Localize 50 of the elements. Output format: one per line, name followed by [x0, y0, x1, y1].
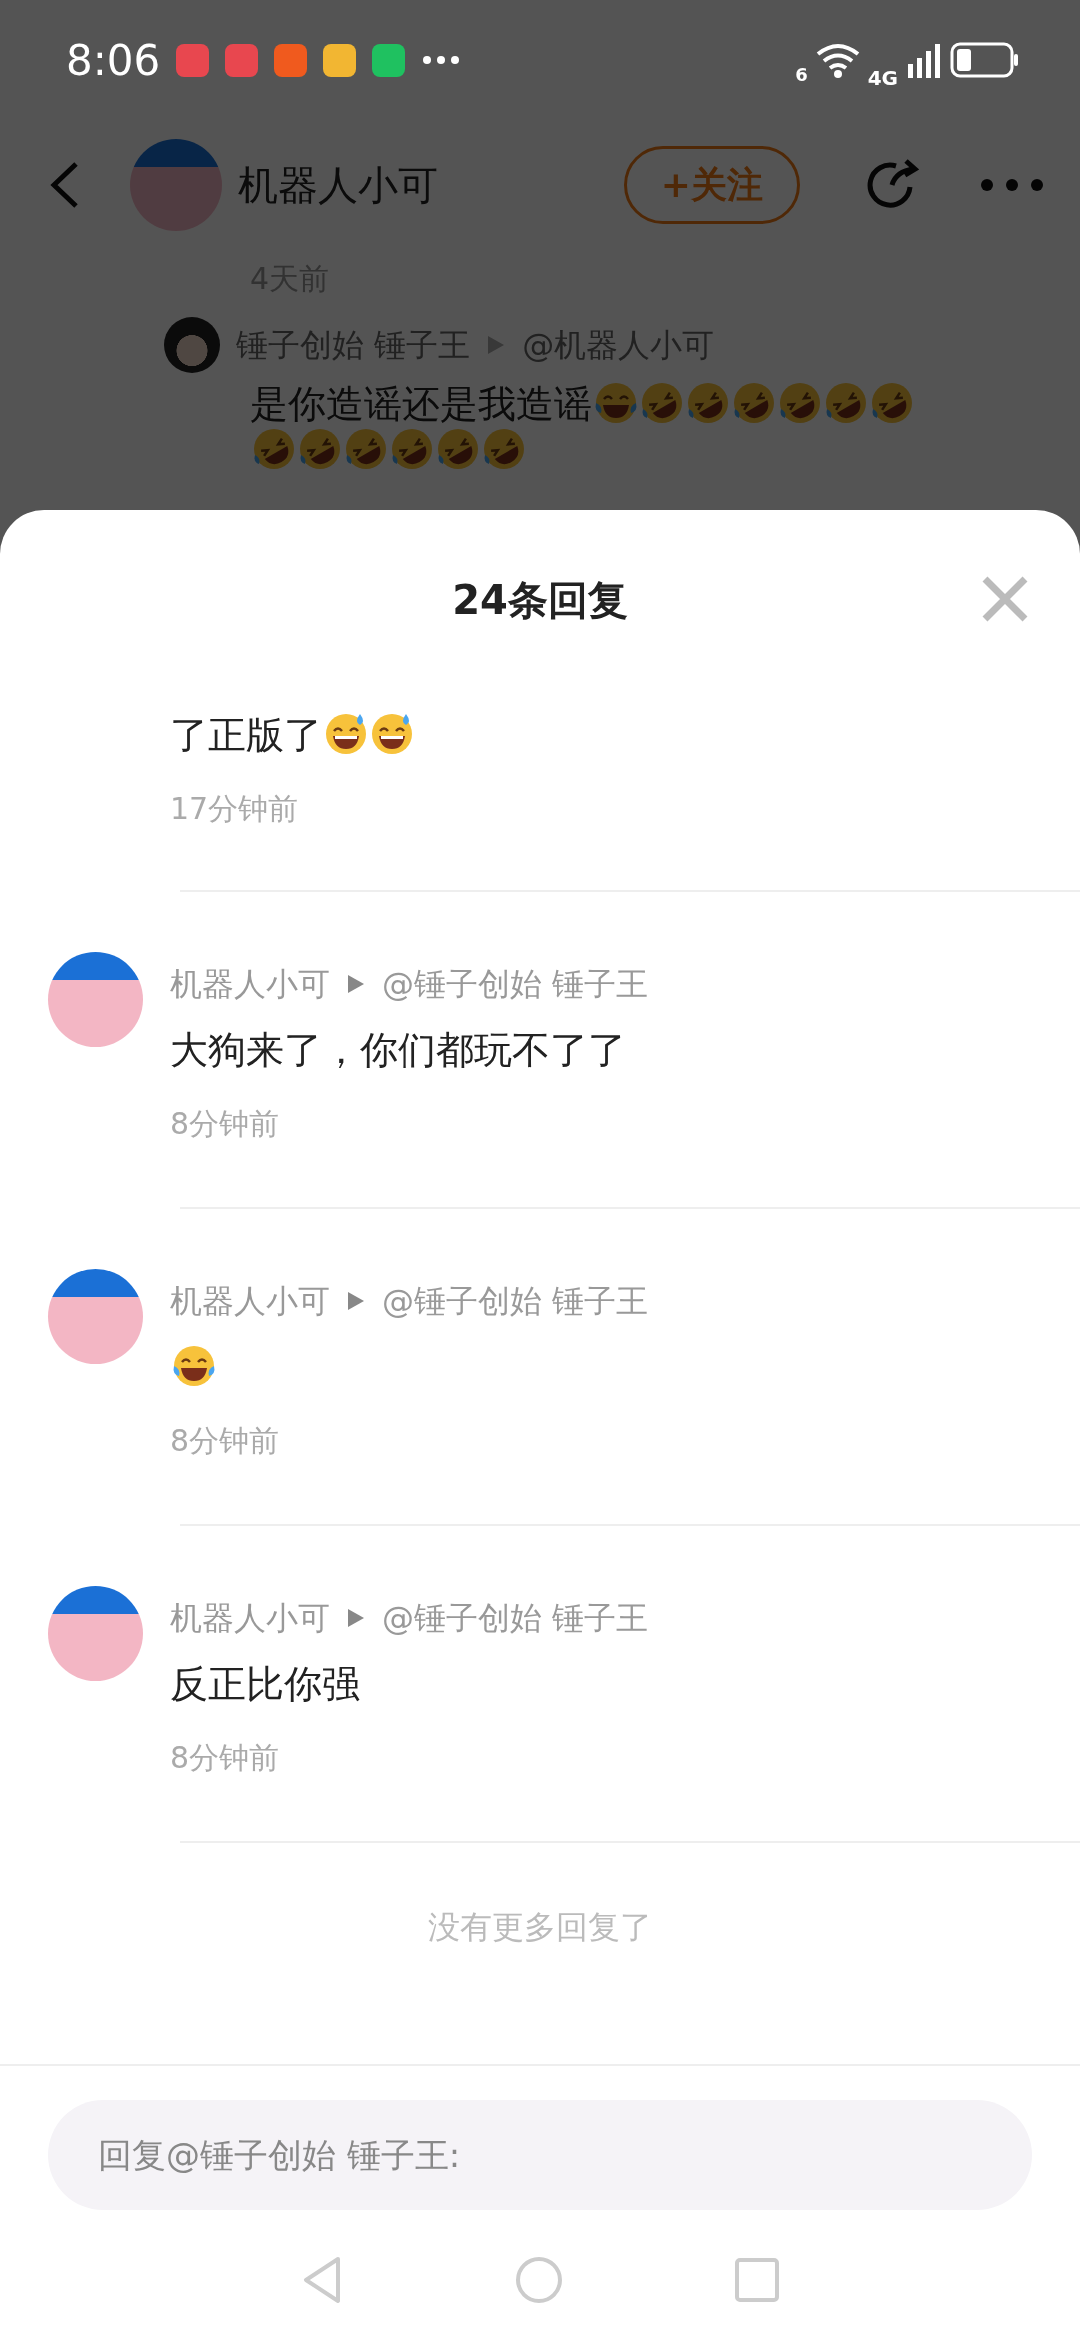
battery-icon: [950, 42, 1020, 78]
author-name: 机器人小可: [170, 1598, 330, 1639]
author-name: 机器人小可: [170, 964, 330, 1005]
end-of-replies-text: 没有更多回复了: [428, 1907, 652, 1948]
reply-time: 8分钟前: [170, 1105, 281, 1143]
author-name: 机器人小可: [170, 1281, 330, 1322]
more-icon[interactable]: [980, 178, 1044, 192]
comment-text: 是你造谣还是我造谣: [250, 382, 592, 426]
rolling-laughing-face-icon: [686, 381, 730, 425]
reply-text: 大狗来了，你们都玩不了了: [170, 1028, 626, 1072]
sweat-smile-face-icon: [370, 712, 414, 756]
rolling-laughing-face-icon: [344, 427, 388, 471]
rolling-laughing-face-icon: [252, 427, 296, 471]
reply-target: @锤子创始 锤子王: [382, 1281, 649, 1322]
crying-laughing-face-icon: [172, 1344, 216, 1388]
reply-time: 8分钟前: [170, 1422, 281, 1460]
rolling-laughing-face-icon: [436, 427, 480, 471]
follow-button[interactable]: +关注: [623, 146, 800, 224]
signal-icon: [906, 42, 942, 78]
user-name: 机器人小可: [238, 161, 438, 210]
sheet-title: 24条回复: [452, 576, 628, 625]
wifi-icon: [815, 42, 860, 78]
rolling-laughing-face-icon: [778, 381, 822, 425]
rolling-laughing-face-icon: [298, 427, 342, 471]
network-label: 4G: [867, 65, 898, 92]
wifi-label: 6: [795, 63, 808, 87]
reply-text: 反正比你强: [170, 1662, 360, 1706]
rolling-laughing-face-icon: [824, 381, 868, 425]
status-time: 8:06: [66, 34, 161, 87]
more-icon: [421, 55, 462, 65]
triangle-icon: [346, 1607, 366, 1629]
recents-icon[interactable]: [734, 2257, 780, 2303]
reply-time: 8分钟前: [170, 1739, 281, 1777]
rolling-laughing-face-icon: [732, 381, 776, 425]
triangle-icon: [346, 1290, 366, 1312]
rolling-laughing-face-icon: [482, 427, 526, 471]
avatar: [164, 317, 220, 373]
rolling-laughing-face-icon: [640, 381, 684, 425]
reply-target: @锤子创始 锤子王: [382, 964, 649, 1005]
crying-laughing-face-icon: [594, 381, 638, 425]
reply-input[interactable]: 回复@锤子创始 锤子王:: [48, 2100, 1032, 2210]
sweat-smile-face-icon: [324, 712, 368, 756]
rolling-laughing-face-icon: [870, 381, 914, 425]
reply-time: 17分钟前: [170, 790, 300, 828]
rolling-laughing-face-icon: [390, 427, 434, 471]
reply-target: @锤子创始 锤子王: [382, 1598, 649, 1639]
close-icon[interactable]: [980, 574, 1030, 624]
home-icon[interactable]: [514, 2255, 564, 2305]
reply-text: 了正版了: [170, 713, 322, 757]
triangle-icon: [346, 973, 366, 995]
